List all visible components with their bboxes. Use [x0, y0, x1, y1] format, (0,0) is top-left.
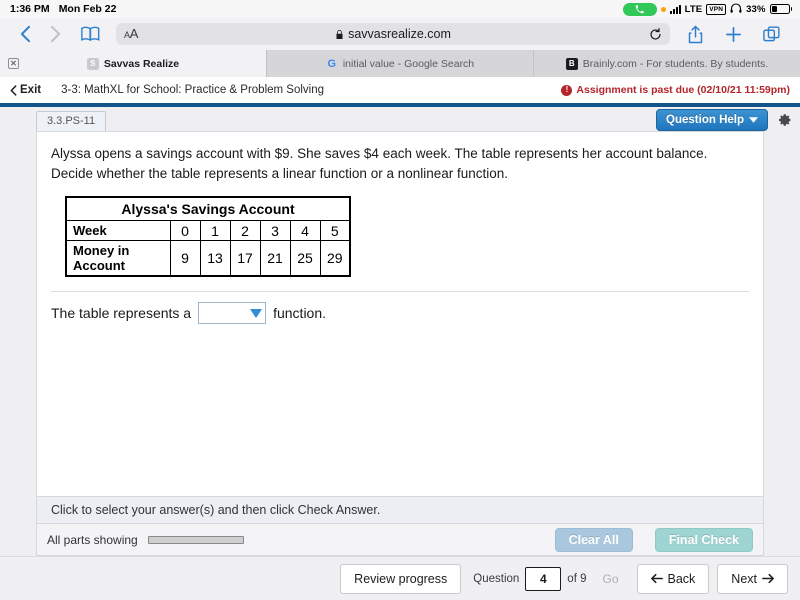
bottom-navigation-bar: Review progress Question of 9 Go Back Ne… — [0, 556, 800, 600]
row-label-money: Money in Account — [65, 240, 171, 277]
caret-down-icon — [250, 308, 263, 318]
ipad-safari-window: 1:36 PM Mon Feb 22 LTE VPN 33% AA savvas… — [0, 0, 800, 600]
answer-suffix: function. — [273, 305, 327, 321]
exit-button[interactable]: Exit — [10, 84, 41, 96]
tab-bar: ✕ S Savvas Realize G initial value - Goo… — [0, 50, 800, 77]
question-total-label: of 9 — [567, 572, 587, 585]
paper-spacer — [37, 324, 763, 496]
exercise-tab-row: 3.3.PS-11 Question Help — [0, 107, 800, 131]
back-button-nav[interactable]: Back — [636, 563, 710, 594]
question-help-label: Question Help — [666, 114, 744, 126]
browser-tab-savvas[interactable]: ✕ S Savvas Realize — [0, 50, 267, 77]
question-jump-group: Question of 9 Go — [473, 566, 628, 592]
savings-data-table: Alyssa's Savings Account Week 0 1 2 3 4 … — [65, 196, 351, 277]
ios-status-bar: 1:36 PM Mon Feb 22 LTE VPN 33% — [0, 0, 800, 18]
orange-dot-icon — [660, 6, 666, 12]
new-tab-button[interactable] — [714, 26, 752, 43]
phone-icon[interactable] — [622, 2, 657, 16]
arrow-left-icon — [650, 573, 663, 584]
battery-icon — [769, 4, 792, 14]
cell-money-2: 17 — [229, 240, 261, 277]
answer-row: The table represents a function. — [37, 292, 763, 324]
parts-progress-bar — [147, 535, 244, 544]
url-text: savvasrealize.com — [348, 27, 451, 41]
chevron-left-icon — [10, 84, 17, 96]
browser-tab-brainly[interactable]: B Brainly.com - For students. By student… — [534, 50, 800, 77]
url-display: savvasrealize.com — [116, 27, 670, 41]
mathxl-exercise-frame: 3.3.PS-11 Question Help Alyssa opens a s — [0, 103, 800, 556]
cell-week-2: 2 — [229, 220, 261, 241]
assignment-header: Exit 3-3: MathXL for School: Practice & … — [0, 77, 800, 103]
final-check-button[interactable]: Final Check — [654, 527, 753, 552]
table-caption: Alyssa's Savings Account — [65, 196, 351, 221]
cell-week-0: 0 — [169, 220, 201, 241]
tab-title: initial value - Google Search — [342, 57, 475, 70]
vpn-badge: VPN — [706, 3, 727, 15]
status-time: 1:36 PM — [10, 3, 50, 15]
answer-prefix: The table represents a — [51, 305, 192, 321]
cell-week-1: 1 — [199, 220, 231, 241]
tab-title: Brainly.com - For students. By students. — [582, 57, 769, 70]
next-button-nav[interactable]: Next — [717, 563, 788, 594]
gear-icon[interactable] — [776, 112, 792, 128]
question-number-input[interactable] — [525, 566, 562, 591]
savvas-s-icon: S — [86, 57, 99, 70]
go-button: Go — [602, 571, 619, 586]
close-icon[interactable]: ✕ — [8, 58, 19, 69]
network-label: LTE — [684, 3, 703, 15]
safari-toolbar: AA savvasrealize.com — [0, 18, 800, 50]
bookmarks-button[interactable] — [70, 26, 110, 42]
forward-button — [40, 25, 70, 43]
past-due-badge: ! Assignment is past due (02/10/21 11:59… — [561, 84, 790, 96]
exit-label: Exit — [20, 84, 42, 96]
browser-tab-google[interactable]: G initial value - Google Search — [267, 50, 534, 77]
google-g-icon: G — [327, 57, 337, 70]
review-progress-button[interactable]: Review progress — [340, 563, 462, 594]
address-bar[interactable]: AA savvasrealize.com — [116, 23, 670, 45]
arrow-right-icon — [762, 573, 774, 584]
cell-money-4: 25 — [289, 240, 321, 277]
headphones-icon — [730, 2, 742, 16]
cell-week-5: 5 — [319, 220, 351, 241]
cell-money-1: 13 — [199, 240, 231, 277]
cell-money-3: 21 — [259, 240, 291, 277]
alert-exclamation-icon: ! — [561, 84, 573, 96]
back-label: Back — [667, 571, 696, 586]
assignment-title: 3-3: MathXL for School: Practice & Probl… — [61, 84, 325, 96]
problem-statement: Alyssa opens a savings account with $9. … — [51, 146, 708, 181]
function-type-dropdown[interactable] — [198, 302, 267, 324]
cell-week-3: 3 — [259, 220, 291, 241]
cell-money-5: 29 — [319, 240, 351, 277]
savings-table-wrapper: Alyssa's Savings Account Week 0 1 2 3 4 … — [37, 184, 763, 277]
tab-title: Savvas Realize — [103, 57, 180, 70]
cell-week-4: 4 — [289, 220, 321, 241]
table-row: Money in Account 9 13 17 21 25 29 — [65, 240, 351, 277]
parts-toolbar: All parts showing Clear All Final Check — [36, 524, 764, 556]
brainly-b-icon: B — [565, 57, 578, 70]
row-label-week: Week — [65, 220, 171, 241]
status-bar-left: 1:36 PM Mon Feb 22 — [10, 3, 116, 15]
signal-bars-icon — [669, 4, 681, 14]
status-bar-right: LTE VPN 33% — [622, 2, 792, 16]
status-date: Mon Feb 22 — [58, 3, 117, 15]
back-button[interactable] — [10, 25, 40, 43]
table-row: Week 0 1 2 3 4 5 — [65, 220, 351, 241]
question-help-button[interactable]: Question Help — [656, 109, 768, 131]
hint-bar: Click to select your answer(s) and then … — [37, 496, 763, 523]
clear-all-button[interactable]: Clear All — [554, 527, 633, 552]
next-label: Next — [731, 571, 757, 586]
battery-percent: 33% — [746, 3, 766, 15]
share-button[interactable] — [676, 25, 714, 44]
exercise-paper: Alyssa opens a savings account with $9. … — [36, 131, 764, 524]
exercise-tools: Question Help — [656, 109, 792, 131]
question-id-tab[interactable]: 3.3.PS-11 — [36, 111, 107, 131]
question-label: Question — [473, 572, 520, 585]
parts-status-label: All parts showing — [47, 532, 138, 547]
tabs-overview-button[interactable] — [752, 26, 790, 43]
chevron-down-icon — [749, 114, 758, 126]
cell-money-0: 9 — [169, 240, 201, 277]
past-due-text: Assignment is past due (02/10/21 11:59pm… — [576, 84, 790, 96]
table-caption-row: Alyssa's Savings Account — [65, 196, 351, 221]
lock-icon — [336, 29, 343, 39]
